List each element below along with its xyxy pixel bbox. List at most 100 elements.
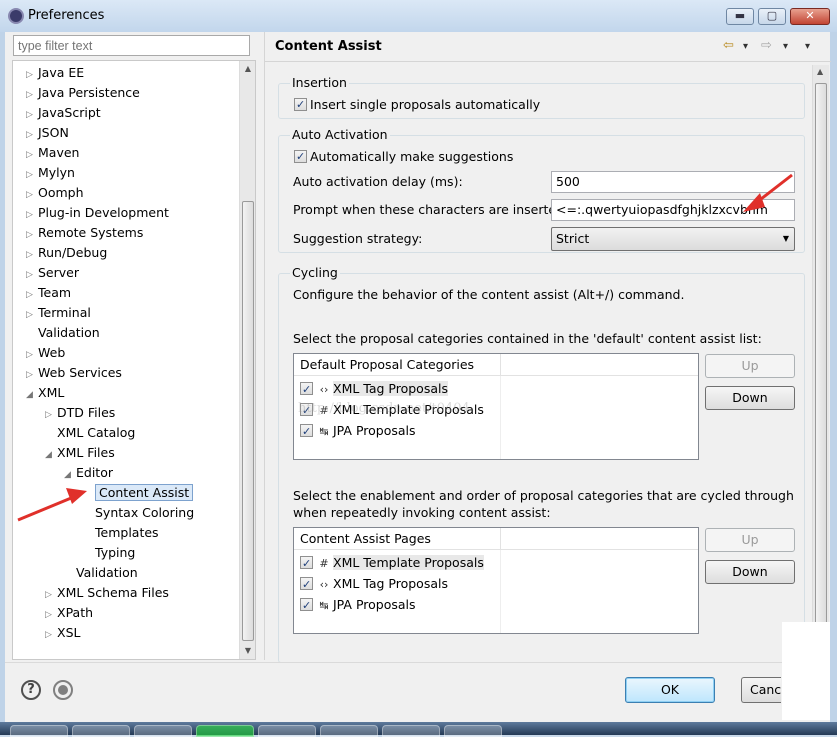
- tree-item[interactable]: ◢ XML Files: [45, 444, 115, 462]
- expand-twisty-icon[interactable]: ▷: [26, 346, 38, 364]
- checkbox-checked-icon[interactable]: [300, 596, 313, 616]
- tree-item[interactable]: ◢ XML: [26, 384, 64, 402]
- expand-twisty-icon[interactable]: ◢: [45, 446, 57, 464]
- help-icon[interactable]: ?: [21, 680, 41, 700]
- tree-item[interactable]: ▷ Web: [26, 344, 65, 362]
- tree-item[interactable]: ▷ Plug-in Development: [26, 204, 169, 222]
- tree-item[interactable]: ▷ Maven: [26, 144, 79, 162]
- checkbox-checked-icon[interactable]: [294, 148, 307, 166]
- expand-twisty-icon[interactable]: ▷: [26, 166, 38, 184]
- table-row[interactable]: ↹ JPA Proposals: [300, 595, 416, 616]
- tree-item[interactable]: ▷ JavaScript: [26, 104, 101, 122]
- panel-sash[interactable]: [259, 32, 263, 662]
- table-row[interactable]: # XML Template Proposals: [300, 553, 484, 574]
- taskbar-item[interactable]: [134, 725, 192, 737]
- content-assist-pages-header[interactable]: Content Assist Pages: [294, 528, 698, 550]
- dropdown-arrow-icon[interactable]: ▼: [783, 231, 789, 247]
- tree-item[interactable]: Syntax Coloring: [83, 504, 194, 522]
- expand-twisty-icon[interactable]: ▷: [45, 626, 57, 644]
- default-categories-header[interactable]: Default Proposal Categories: [294, 354, 698, 376]
- taskbar-item[interactable]: [72, 725, 130, 737]
- delay-input[interactable]: 500: [551, 171, 795, 193]
- expand-twisty-icon[interactable]: ▷: [26, 266, 38, 284]
- tree-item[interactable]: ▷ Mylyn: [26, 164, 75, 182]
- checkbox-checked-icon[interactable]: [300, 554, 313, 574]
- table-row[interactable]: ‹› XML Tag Proposals: [300, 379, 448, 400]
- view-menu-icon[interactable]: ▾: [805, 41, 810, 52]
- checkbox-checked-icon[interactable]: [300, 380, 313, 400]
- tree-item[interactable]: Validation: [26, 324, 100, 342]
- tree-item[interactable]: ◢ Editor: [64, 464, 113, 482]
- tree-item[interactable]: ▷ XSL: [45, 624, 80, 642]
- filter-input[interactable]: [13, 35, 250, 56]
- minimize-button[interactable]: ▬: [726, 8, 754, 25]
- tree-item[interactable]: ▷ Team: [26, 284, 71, 302]
- expand-twisty-icon[interactable]: ▷: [26, 366, 38, 384]
- expand-twisty-icon[interactable]: ▷: [26, 286, 38, 304]
- tree-item[interactable]: ▷ Java Persistence: [26, 84, 140, 102]
- checkbox-checked-icon[interactable]: [300, 575, 313, 595]
- tree-item[interactable]: Templates: [83, 524, 159, 542]
- ok-button[interactable]: OK: [625, 677, 715, 703]
- taskbar-item[interactable]: [196, 725, 254, 737]
- make-suggestions-checkbox[interactable]: Automatically make suggestions: [294, 148, 513, 166]
- expand-twisty-icon[interactable]: ▷: [26, 66, 38, 84]
- expand-twisty-icon[interactable]: ▷: [26, 186, 38, 204]
- pages-up-button[interactable]: Up: [705, 528, 795, 552]
- tree-item[interactable]: ▷ Java EE: [26, 64, 84, 82]
- tree-item[interactable]: ▷ XML Schema Files: [45, 584, 169, 602]
- table-row[interactable]: ‹› XML Tag Proposals: [300, 574, 448, 595]
- tree-item[interactable]: ▷ XPath: [45, 604, 93, 622]
- scroll-up-icon[interactable]: ▲: [817, 67, 823, 76]
- page-scrollbar[interactable]: ▲: [812, 65, 829, 660]
- tree-item[interactable]: ▷ Terminal: [26, 304, 91, 322]
- tree-scrollbar[interactable]: ▲ ▼: [239, 61, 255, 659]
- expand-twisty-icon[interactable]: ▷: [45, 606, 57, 624]
- forward-arrow-icon[interactable]: ⇨: [761, 38, 772, 53]
- expand-twisty-icon[interactable]: ▷: [26, 306, 38, 324]
- tree-item[interactable]: ▷ Server: [26, 264, 79, 282]
- single-proposals-checkbox[interactable]: Insert single proposals automatically: [294, 96, 540, 114]
- cancel-button[interactable]: Canc: [741, 677, 781, 703]
- forward-menu-icon[interactable]: ▾: [783, 41, 788, 52]
- expand-twisty-icon[interactable]: ▷: [26, 86, 38, 104]
- table-row[interactable]: ↹ JPA Proposals: [300, 421, 416, 442]
- expand-twisty-icon[interactable]: ▷: [26, 206, 38, 224]
- expand-twisty-icon[interactable]: ▷: [26, 106, 38, 124]
- tree-item[interactable]: ▷ Remote Systems: [26, 224, 143, 242]
- pages-down-button[interactable]: Down: [705, 560, 795, 584]
- expand-twisty-icon[interactable]: ▷: [26, 246, 38, 264]
- checkbox-checked-icon[interactable]: [300, 422, 313, 442]
- maximize-button[interactable]: ▢: [758, 8, 786, 25]
- tree-item[interactable]: Typing: [83, 544, 135, 562]
- taskbar-item[interactable]: [258, 725, 316, 737]
- expand-twisty-icon[interactable]: ◢: [64, 466, 76, 484]
- tree-item[interactable]: ▷ JSON: [26, 124, 69, 142]
- checkbox-checked-icon[interactable]: [294, 96, 307, 114]
- scroll-up-icon[interactable]: ▲: [240, 61, 255, 77]
- expand-twisty-icon[interactable]: ▷: [45, 406, 57, 424]
- tree-item[interactable]: ▷ Oomph: [26, 184, 84, 202]
- expand-twisty-icon[interactable]: ▷: [26, 226, 38, 244]
- taskbar-item[interactable]: [382, 725, 440, 737]
- tree-item[interactable]: ▷ Run/Debug: [26, 244, 107, 262]
- taskbar-item[interactable]: [10, 725, 68, 737]
- default-up-button[interactable]: Up: [705, 354, 795, 378]
- expand-twisty-icon[interactable]: ◢: [26, 386, 38, 404]
- taskbar-item[interactable]: [444, 725, 502, 737]
- close-button[interactable]: ✕: [790, 8, 830, 25]
- tree-item[interactable]: XML Catalog: [45, 424, 135, 442]
- tree-item[interactable]: Content Assist: [83, 484, 194, 502]
- strategy-select[interactable]: Strict ▼: [551, 227, 795, 251]
- default-down-button[interactable]: Down: [705, 386, 795, 410]
- taskbar-item[interactable]: [320, 725, 378, 737]
- prompt-chars-input[interactable]: <=:.qwertyuiopasdfghjklzxcvbnm: [551, 199, 795, 221]
- expand-twisty-icon[interactable]: ▷: [26, 146, 38, 164]
- record-icon[interactable]: [53, 680, 73, 700]
- tree-item[interactable]: ▷ Web Services: [26, 364, 122, 382]
- tree-item[interactable]: Validation: [64, 564, 138, 582]
- back-menu-icon[interactable]: ▾: [743, 41, 748, 52]
- expand-twisty-icon[interactable]: ▷: [26, 126, 38, 144]
- page-scroll-thumb[interactable]: [815, 83, 827, 643]
- expand-twisty-icon[interactable]: ▷: [45, 586, 57, 604]
